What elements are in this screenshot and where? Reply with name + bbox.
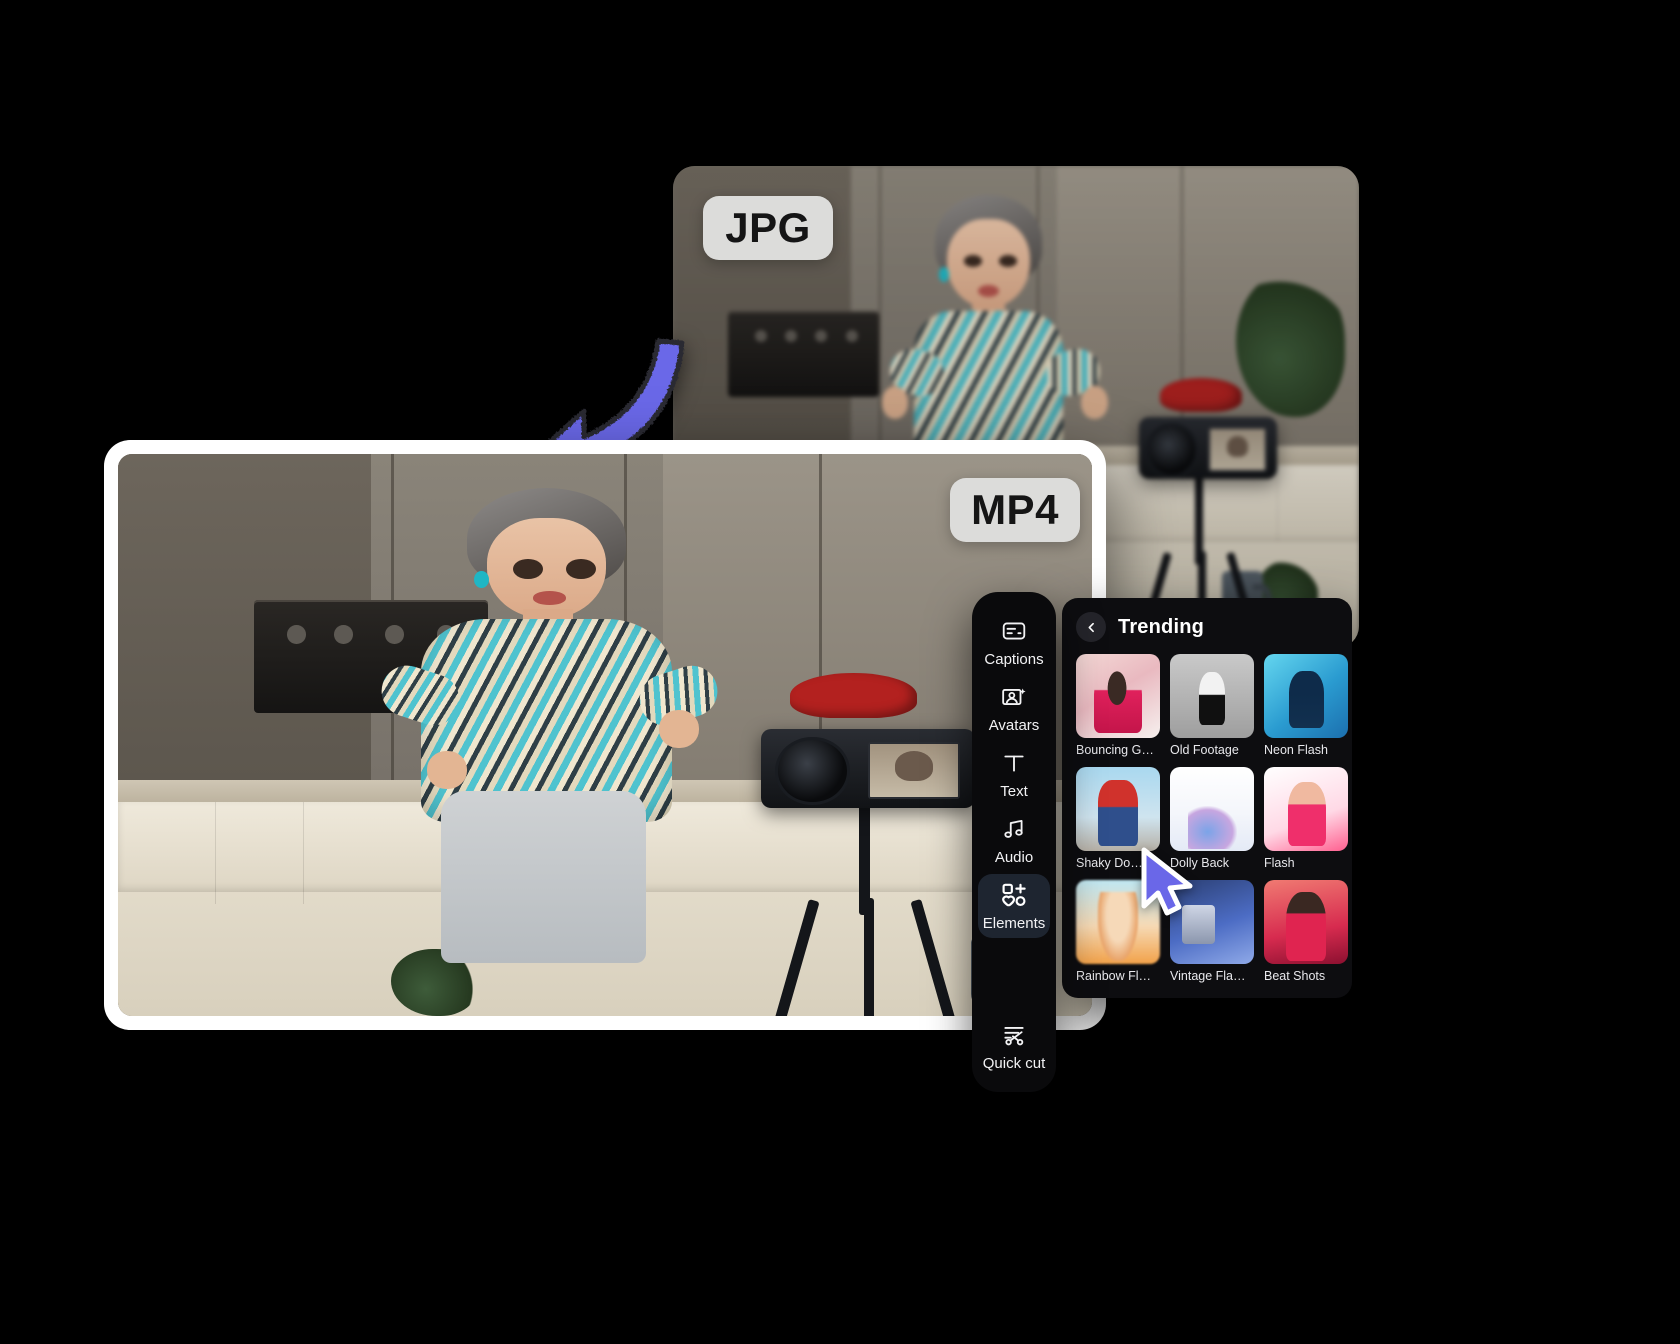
- avatars-icon: [1002, 688, 1026, 705]
- tool-audio-label: Audio: [994, 849, 1034, 866]
- tool-audio[interactable]: Audio: [978, 808, 1050, 872]
- mouse-pointer: [1141, 847, 1193, 916]
- tool-quick-cut-label: Quick cut: [982, 1055, 1046, 1072]
- effect-tile[interactable]: Beat Shots: [1264, 880, 1348, 983]
- effect-label: Old Footage: [1170, 743, 1239, 757]
- tool-avatars-label: Avatars: [988, 717, 1040, 734]
- effect-thumbnail[interactable]: [1264, 654, 1348, 738]
- text-icon: [1004, 755, 1024, 772]
- tool-captions[interactable]: Captions: [978, 610, 1050, 674]
- tool-elements-label: Elements: [982, 915, 1046, 932]
- trending-effects-grid: Bouncing G… Old Footage Neon Flash Shaky…: [1062, 654, 1352, 983]
- effect-thumbnail[interactable]: [1264, 767, 1348, 851]
- editor-tool-rail: Captions Avatars Text Audio Elements Qui…: [972, 592, 1056, 1092]
- effect-label: Bouncing G…: [1076, 743, 1154, 757]
- tool-captions-label: Captions: [984, 651, 1044, 668]
- chevron-left-icon: [1088, 622, 1094, 632]
- effect-label: Beat Shots: [1264, 969, 1326, 983]
- mp4-photo: [118, 454, 1092, 1016]
- tool-text[interactable]: Text: [978, 742, 1050, 806]
- effect-thumbnail[interactable]: [1264, 880, 1348, 964]
- format-badge-mp4: MP4: [950, 478, 1080, 542]
- effect-tile[interactable]: Old Footage: [1170, 654, 1254, 757]
- panel-title: Trending: [1118, 615, 1205, 638]
- audio-icon: [1004, 819, 1023, 838]
- effect-tile[interactable]: Neon Flash: [1264, 654, 1348, 757]
- trending-panel-header: Trending: [1062, 612, 1352, 654]
- effect-thumbnail[interactable]: [1170, 767, 1254, 851]
- tool-elements[interactable]: Elements: [978, 874, 1050, 938]
- effect-thumbnail[interactable]: [1170, 654, 1254, 738]
- effect-thumbnail[interactable]: [1076, 654, 1160, 738]
- tool-quick-cut[interactable]: Quick cut: [978, 1014, 1050, 1078]
- trending-panel: Trending Bouncing G… Old Footage Neon Fl…: [1062, 598, 1352, 998]
- effect-thumbnail[interactable]: [1076, 767, 1160, 851]
- quick-cut-icon: [1004, 1027, 1024, 1046]
- effect-label: Rainbow Fl…: [1076, 969, 1152, 983]
- composition-stage: JPG MP4 Captions Avatars Text Audio Elem…: [0, 0, 1680, 1344]
- panel-back-button[interactable]: [1076, 612, 1106, 642]
- format-badge-jpg: JPG: [703, 196, 833, 260]
- effect-label: Neon Flash: [1264, 743, 1328, 757]
- effect-tile[interactable]: Bouncing G…: [1076, 654, 1160, 757]
- captions-icon: [1002, 622, 1026, 640]
- elements-icon: [1002, 883, 1026, 907]
- tool-avatars[interactable]: Avatars: [978, 676, 1050, 740]
- effect-tile[interactable]: Flash: [1264, 767, 1348, 870]
- effect-label: Flash: [1264, 856, 1295, 870]
- effect-label: Vintage Fla…: [1170, 969, 1246, 983]
- tool-text-label: Text: [1000, 783, 1028, 800]
